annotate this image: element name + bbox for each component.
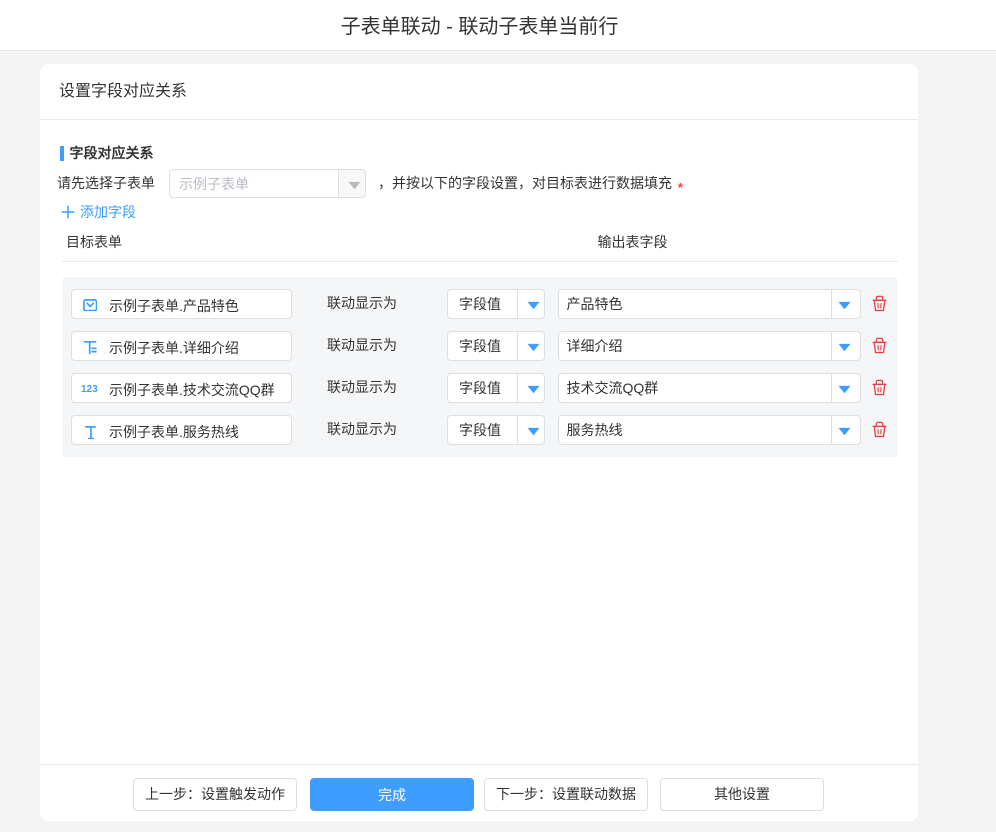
svg-text:123: 123 <box>81 384 98 393</box>
